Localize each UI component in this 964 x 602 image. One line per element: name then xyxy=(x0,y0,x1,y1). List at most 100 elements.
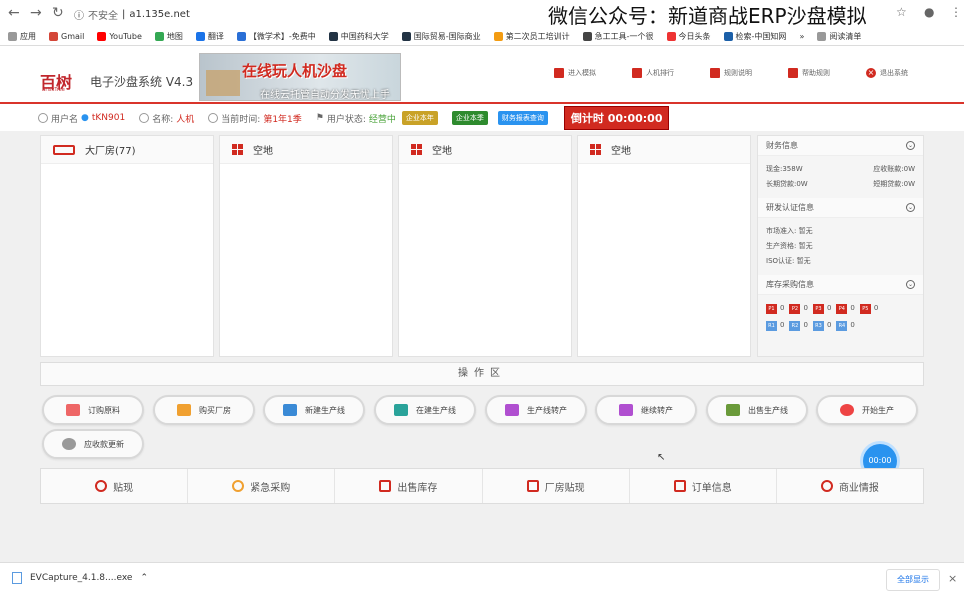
bookmark-reading-list[interactable]: 阅读清单 xyxy=(817,31,861,42)
close-icon: × xyxy=(866,68,876,78)
land-slot-4[interactable]: 空地 xyxy=(577,135,751,357)
stock-body: P1 0 P2 0 P3 0 P4 0 P5 0 R1 0 R2 0 R3 0 R4 0 xyxy=(758,295,923,341)
app-header: 百树 BriskTree 电子沙盘系统 V4.3 在线玩人机沙盘 在线云托管自动… xyxy=(0,47,964,104)
nav-sell-stock[interactable]: 出售库存 xyxy=(335,469,483,503)
finance-body: 现金:358W 应收账款:0W 长期贷款:0W 短期贷款:0W xyxy=(758,156,923,198)
line-convert-button[interactable]: 生产线转产 xyxy=(485,395,587,425)
quarter-end-button[interactable]: 企业本季 xyxy=(451,111,488,125)
document-icon xyxy=(673,480,686,492)
nav-factory-discount[interactable]: 厂房贴现 xyxy=(483,469,630,503)
mouse-cursor-icon: ↖ xyxy=(657,452,666,463)
bookmark-training[interactable]: 第二次员工培训计 xyxy=(493,31,570,42)
bookmark-gmail[interactable]: Gmail xyxy=(49,31,84,41)
book-icon xyxy=(554,68,564,78)
cert-header[interactable]: 研发认证信息 ⌄ xyxy=(758,198,923,218)
logo-sub: BriskTree xyxy=(42,87,65,93)
chevron-down-icon[interactable]: ⌄ xyxy=(906,203,915,212)
menu-help[interactable]: 帮助规则 xyxy=(788,68,866,78)
bookmark-toutiao[interactable]: 今日头条 xyxy=(666,31,711,42)
receivable-value: 应收账款:0W xyxy=(873,165,915,173)
land-label: 空地 xyxy=(253,146,273,157)
bookmark-more-icon[interactable]: » xyxy=(799,32,804,41)
land-slot-3[interactable]: 空地 xyxy=(398,135,572,357)
bookmark-youtube[interactable]: YouTube xyxy=(97,31,142,41)
stock-item: P2 0 xyxy=(789,301,808,316)
system-title: 电子沙盘系统 V4.3 xyxy=(90,75,194,89)
land-slot-1[interactable]: 大厂房(77) xyxy=(40,135,214,357)
production-qualification: 生产资格: 暂无 xyxy=(766,242,813,250)
info-icon: ● xyxy=(81,113,89,123)
box-icon xyxy=(379,480,392,492)
show-all-button[interactable]: 全部显示 xyxy=(886,569,940,591)
stock-item: R4 0 xyxy=(836,318,855,333)
name-field: 名称: 人机 xyxy=(139,112,194,125)
land-label: 空地 xyxy=(432,146,452,157)
warning-icon: ⓘ xyxy=(74,10,84,22)
status-bar: 用户名 ● tKN901 名称: 人机 当前时间: 第1年1季 ⚑ 用户状态: 经营中 企业… xyxy=(0,106,964,130)
back-icon[interactable]: ← xyxy=(8,5,20,21)
countdown-timer: 倒计时 00:00:00 xyxy=(563,106,670,130)
book-icon xyxy=(632,68,642,78)
file-icon xyxy=(12,572,22,584)
bookmark-apps[interactable]: 应用 xyxy=(8,31,36,42)
building-line-button[interactable]: 在建生产线 xyxy=(374,395,476,425)
bookmark-cnki[interactable]: 检索-中国知网 xyxy=(723,31,786,42)
bookmark-trade[interactable]: 国际贸易-国际商业 xyxy=(401,31,481,42)
nav-discount[interactable]: 贴现 xyxy=(41,469,189,503)
long-loan-value: 长期贷款:0W xyxy=(766,180,808,188)
land-slot-2[interactable]: 空地 xyxy=(219,135,393,357)
chevron-down-icon[interactable]: ⌄ xyxy=(906,280,915,289)
bookmark-cpu[interactable]: 中国药科大学 xyxy=(328,31,389,42)
book-icon xyxy=(788,68,798,78)
short-loan-value: 短期贷款:0W xyxy=(873,180,915,188)
flag-icon xyxy=(526,480,539,492)
compass-icon xyxy=(820,480,833,492)
bookmarks-bar: 应用 Gmail YouTube 地图 翻译 【微学术】-免费中 中国药科大学 … xyxy=(0,27,964,45)
bookmark-maps[interactable]: 地图 xyxy=(154,31,183,42)
menu-ranking[interactable]: 人机排行 xyxy=(632,68,710,78)
menu-rules[interactable]: 规则说明 xyxy=(710,68,788,78)
close-icon[interactable]: × xyxy=(948,572,957,585)
nav-urgent-purchase[interactable]: 紧急采购 xyxy=(188,469,336,503)
reload-icon[interactable]: ↻ xyxy=(52,5,64,21)
finance-report-button[interactable]: 财务报表查询 xyxy=(497,111,548,125)
menu-icon[interactable]: ⋮ xyxy=(950,5,962,19)
nav-order-info[interactable]: 订单信息 xyxy=(630,469,777,503)
bookmark-tools[interactable]: 急工工具-一个很 xyxy=(582,31,654,42)
start-production-button[interactable]: 开始生产 xyxy=(816,395,918,425)
sell-line-button[interactable]: 出售生产线 xyxy=(706,395,808,425)
year-end-button[interactable]: 企业本年 xyxy=(401,111,438,125)
flag-icon: ⚑ xyxy=(315,113,324,123)
download-item[interactable]: EVCapture_4.1.8....exe ⌃ xyxy=(12,572,148,584)
finance-header[interactable]: 财务信息 ⌄ xyxy=(758,136,923,156)
operation-area-label: 操作区 xyxy=(40,362,924,386)
user-icon xyxy=(38,113,48,123)
promo-banner[interactable]: 在线玩人机沙盘 在线云托管自动分发无忧上手 xyxy=(199,53,401,101)
chevron-up-icon[interactable]: ⌃ xyxy=(140,573,148,583)
chevron-down-icon[interactable]: ⌄ xyxy=(906,141,915,150)
forward-icon[interactable]: → xyxy=(30,5,42,21)
bookmark-weixueshu[interactable]: 【微学术】-免费中 xyxy=(236,31,316,42)
house-icon xyxy=(177,404,191,416)
menu-enter-sim[interactable]: 进入模拟 xyxy=(554,68,632,78)
discount-icon xyxy=(95,480,108,492)
grid-icon xyxy=(232,144,243,155)
address-bar[interactable]: ⓘ 不安全 | a1.135e.net xyxy=(74,3,544,25)
nav-business-intel[interactable]: 商业情报 xyxy=(777,469,923,503)
buy-factory-button[interactable]: 购买厂房 xyxy=(153,395,255,425)
star-icon[interactable]: ☆ xyxy=(896,5,907,19)
cash-value: 现金:358W xyxy=(766,165,803,173)
calendar-icon xyxy=(66,404,80,416)
profile-icon[interactable]: ● xyxy=(924,5,934,19)
continue-convert-button[interactable]: 继续转产 xyxy=(595,395,697,425)
time-field: 当前时间: 第1年1季 xyxy=(208,112,302,125)
stock-header[interactable]: 库存采购信息 ⌄ xyxy=(758,275,923,295)
stock-item: R2 0 xyxy=(789,318,808,333)
browser-chrome: ← → ↻ ⓘ 不安全 | a1.135e.net 微信公众号：新道商战ERP沙… xyxy=(0,0,964,46)
buy-material-button[interactable]: 订购原料 xyxy=(42,395,144,425)
receivable-update-button[interactable]: 应收款更新 xyxy=(42,429,144,459)
bookmark-translate[interactable]: 翻译 xyxy=(195,31,224,42)
new-line-button[interactable]: 新建生产线 xyxy=(263,395,365,425)
info-panel: 财务信息 ⌄ 现金:358W 应收账款:0W 长期贷款:0W 短期贷款:0W 研发认证… xyxy=(757,135,924,357)
menu-exit[interactable]: × 退出系统 xyxy=(866,68,944,78)
